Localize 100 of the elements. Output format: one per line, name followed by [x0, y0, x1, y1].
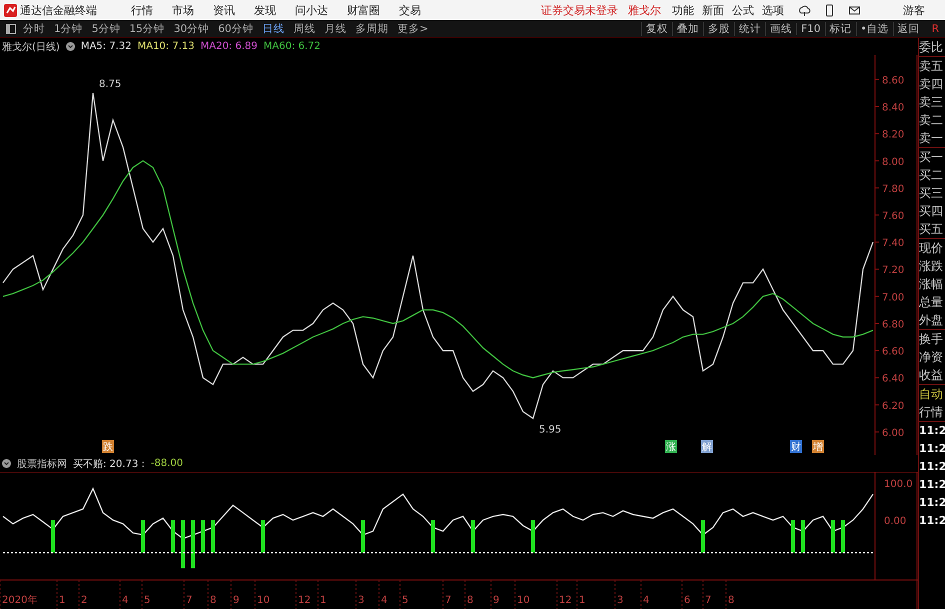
quote-label: 买二 — [919, 167, 944, 184]
menu-item[interactable]: 问小达 — [295, 2, 328, 18]
toolbar-button[interactable]: 画线 — [765, 22, 796, 36]
toolbar-button[interactable]: •自选 — [856, 22, 893, 36]
period-tab[interactable]: 更多> — [394, 22, 432, 36]
date-axis-label: 7 — [186, 595, 192, 606]
panel-toggle-icon[interactable] — [6, 24, 16, 34]
price-axis-label: 7.60 — [882, 211, 904, 222]
quote-label: 卖四 — [919, 76, 944, 93]
quote-label: 买三 — [919, 185, 944, 202]
date-axis-label: 3 — [617, 595, 624, 606]
app-title: 通达信金融终端 — [20, 2, 97, 18]
date-axis-label: 8 — [467, 595, 474, 606]
period-tab[interactable]: 日线 — [260, 22, 288, 36]
price-high-label: 8.75 — [99, 78, 122, 90]
toolbar-button[interactable]: 返回 — [892, 22, 924, 36]
indicator-axis-label: 0.00 — [884, 516, 906, 528]
menu-item[interactable]: 财富圈 — [347, 2, 380, 18]
price-axis-label: 8.40 — [882, 102, 904, 114]
chevron-circle-icon[interactable] — [66, 42, 75, 51]
date-axis-label: 1 — [320, 595, 326, 606]
signal-bar — [181, 520, 185, 568]
menu-item[interactable]: 市场 — [172, 2, 194, 18]
tool-menu-item[interactable]: 新面 — [702, 2, 724, 18]
quote-label: 买一 — [919, 149, 944, 166]
toolbar-button[interactable]: 复权 — [641, 22, 672, 36]
date-axis-label: 5 — [144, 595, 150, 606]
period-tab[interactable]: 1分钟 — [51, 22, 86, 36]
event-marker[interactable]: 财 — [790, 440, 802, 453]
menu-item[interactable]: 资讯 — [213, 2, 235, 18]
indicator-title: 股票指标网 — [17, 458, 67, 470]
toolbar-button[interactable]: 叠加 — [672, 22, 704, 36]
period-tab[interactable]: 月线 — [322, 22, 350, 36]
period-tab[interactable]: 15分钟 — [126, 22, 168, 36]
menu-item[interactable]: 行情 — [131, 2, 153, 18]
date-axis-label: 3 — [358, 595, 364, 606]
period-tab[interactable]: 5分钟 — [88, 22, 124, 36]
chevron-circle-icon[interactable] — [2, 459, 11, 468]
toolbar-button[interactable]: 统计 — [734, 22, 766, 36]
quote-tab[interactable]: 行情 — [919, 403, 945, 421]
signal-bar — [211, 520, 215, 553]
price-axis-label: 7.00 — [882, 292, 904, 304]
price-axis-label: 8.00 — [882, 156, 904, 168]
price-axis-label: 6.80 — [882, 319, 904, 330]
toolbar-button[interactable]: 多股 — [703, 22, 734, 36]
indicator-value: -88.00 — [150, 458, 183, 469]
tick-time: 11:2 — [919, 477, 945, 493]
date-axis-label: 2020年 — [2, 595, 38, 606]
date-axis-label: 10 — [257, 595, 270, 606]
date-axis-label: 1 — [59, 595, 66, 606]
price-axis-label: 8.20 — [882, 130, 904, 141]
mail-icon[interactable] — [848, 4, 861, 16]
tool-menu-item[interactable]: 公式 — [732, 2, 754, 18]
toolbar-button[interactable]: F10 — [796, 22, 824, 34]
login-status-link[interactable]: 证券交易未登录 — [541, 2, 618, 18]
quote-label: 净资 — [919, 349, 944, 366]
tick-time: 11:2 — [919, 423, 945, 439]
phone-icon[interactable] — [823, 4, 836, 16]
quote-label: 卖五 — [919, 58, 944, 75]
price-axis-label: 6.20 — [882, 400, 904, 412]
date-axis-label: 12 — [298, 595, 311, 606]
user-label[interactable]: 游客 — [903, 2, 925, 18]
tick-time: 11:2 — [919, 513, 945, 529]
tool-menu-item[interactable]: 功能 — [672, 2, 694, 18]
date-axis-label: 9 — [493, 595, 500, 606]
signal-bar — [141, 520, 145, 553]
tool-menu-item[interactable]: 选项 — [762, 2, 784, 18]
tick-time: 11:2 — [919, 441, 945, 457]
signal-bar — [471, 520, 475, 553]
date-axis-label: 1 — [579, 595, 586, 606]
period-tab[interactable]: 多周期 — [352, 22, 392, 36]
menu-item[interactable]: 发现 — [254, 2, 276, 18]
quote-label: 买四 — [919, 203, 944, 220]
period-tab[interactable]: 分时 — [20, 22, 48, 36]
quote-tab[interactable]: 自动 — [919, 385, 945, 403]
indicator-value: 买不赔: 20.73 : — [73, 458, 145, 470]
price-axis-label: 7.40 — [882, 238, 904, 250]
tick-time: 11:2 — [919, 495, 945, 511]
signal-bar — [841, 520, 845, 553]
quote-label: 委比 — [919, 39, 944, 56]
cloud-icon[interactable] — [798, 4, 811, 16]
indicator-axis-label: 100.0 — [884, 479, 913, 490]
quote-label: 换手 — [919, 331, 944, 348]
app-logo-icon — [4, 4, 17, 16]
quote-label: 买五 — [919, 221, 944, 238]
chart-title: 雅戈尔(日线) — [2, 40, 60, 54]
stock-name-link[interactable]: 雅戈尔 — [628, 2, 661, 18]
quote-label: 外盘 — [919, 312, 944, 329]
quote-label: 卖一 — [919, 130, 944, 147]
quote-label: 收益 — [919, 367, 944, 384]
period-tab[interactable]: 60分钟 — [215, 22, 256, 36]
date-axis-label: 4 — [643, 595, 650, 606]
signal-bar — [201, 520, 205, 553]
toolbar-button[interactable]: 标记 — [824, 22, 856, 36]
menu-item[interactable]: 交易 — [399, 2, 421, 18]
date-axis-label: 8 — [210, 595, 216, 606]
price-axis-label: 6.00 — [882, 428, 904, 439]
date-axis-label: 6 — [684, 595, 690, 606]
period-tab[interactable]: 30分钟 — [170, 22, 212, 36]
period-tab[interactable]: 周线 — [290, 22, 318, 36]
